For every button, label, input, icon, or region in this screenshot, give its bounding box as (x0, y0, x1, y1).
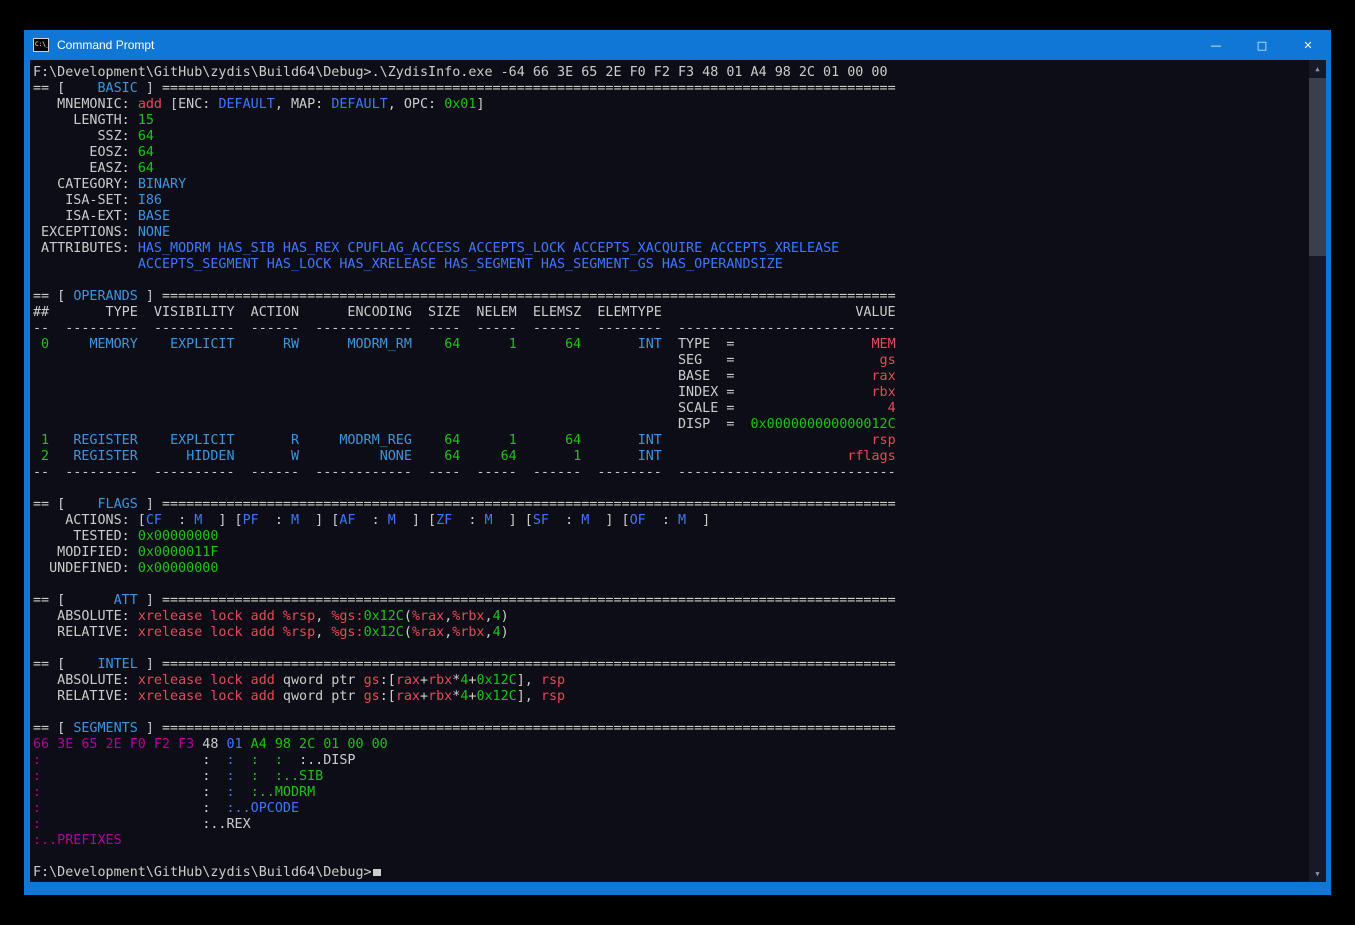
console-line: : : : : :..SIB (33, 769, 1309, 785)
console-line: CATEGORY: BINARY (33, 177, 1309, 193)
console-line: EXCEPTIONS: NONE (33, 225, 1309, 241)
console-line: TESTED: 0x00000000 (33, 529, 1309, 545)
console-line (33, 577, 1309, 593)
console-line: ISA-SET: I86 (33, 193, 1309, 209)
console-line: ACTIONS: [CF : M ] [PF : M ] [AF : M ] [… (33, 513, 1309, 529)
maximize-button[interactable]: □ (1239, 30, 1285, 60)
desktop: { "window": { "title": "Command Prompt",… (0, 0, 1355, 925)
console-line: 2 REGISTER HIDDEN W NONE 64 64 1 INT rfl… (33, 449, 1309, 465)
console-line: RELATIVE: xrelease lock add %rsp, %gs:0x… (33, 625, 1309, 641)
console-line (33, 849, 1309, 865)
console-line: ## TYPE VISIBILITY ACTION ENCODING SIZE … (33, 305, 1309, 321)
scroll-down-button[interactable]: ▼ (1309, 865, 1326, 882)
console-line: == [ INTEL ] ===========================… (33, 657, 1309, 673)
console-line: == [ FLAGS ] ===========================… (33, 497, 1309, 513)
scrollbar[interactable]: ▲ ▼ (1309, 60, 1326, 882)
console-line: SCALE = 4 (33, 401, 1309, 417)
console-line: EASZ: 64 (33, 161, 1309, 177)
console-line: UNDEFINED: 0x00000000 (33, 561, 1309, 577)
console-line: : : : :..MODRM (33, 785, 1309, 801)
console-line: : : : : : :..DISP (33, 753, 1309, 769)
console-line (33, 481, 1309, 497)
console-line: == [ BASIC ] ===========================… (33, 81, 1309, 97)
console-line: LENGTH: 15 (33, 113, 1309, 129)
console-line: ACCEPTS_SEGMENT HAS_LOCK HAS_XRELEASE HA… (33, 257, 1309, 273)
console-line: MNEMONIC: add [ENC: DEFAULT, MAP: DEFAUL… (33, 97, 1309, 113)
console-line: F:\Development\GitHub\zydis\Build64\Debu… (33, 865, 1309, 881)
console-line (33, 273, 1309, 289)
console-line (33, 705, 1309, 721)
window-body: F:\Development\GitHub\zydis\Build64\Debu… (30, 60, 1326, 882)
console-output[interactable]: F:\Development\GitHub\zydis\Build64\Debu… (30, 60, 1309, 882)
console-line: == [ ATT ] =============================… (33, 593, 1309, 609)
console-line: SSZ: 64 (33, 129, 1309, 145)
titlebar[interactable]: C:\_ Command Prompt — □ ✕ (24, 30, 1331, 60)
console-line: == [ SEGMENTS ] ========================… (33, 721, 1309, 737)
console-line: : : :..OPCODE (33, 801, 1309, 817)
console-line: RELATIVE: xrelease lock add qword ptr gs… (33, 689, 1309, 705)
console-line: -- --------- ---------- ------ ---------… (33, 465, 1309, 481)
command-prompt-window: C:\_ Command Prompt — □ ✕ F:\Development… (24, 30, 1331, 895)
console-line: BASE = rax (33, 369, 1309, 385)
close-button[interactable]: ✕ (1285, 30, 1331, 60)
minimize-button[interactable]: — (1193, 30, 1239, 60)
console-line: SEG = gs (33, 353, 1309, 369)
console-line: 66 3E 65 2E F0 F2 F3 48 01 A4 98 2C 01 0… (33, 737, 1309, 753)
cmd-icon: C:\_ (33, 38, 49, 52)
window-controls: — □ ✕ (1193, 30, 1331, 60)
console-line: EOSZ: 64 (33, 145, 1309, 161)
console-line: -- --------- ---------- ------ ---------… (33, 321, 1309, 337)
console-line: ABSOLUTE: xrelease lock add %rsp, %gs:0x… (33, 609, 1309, 625)
console-line: : :..REX (33, 817, 1309, 833)
console-line: ATTRIBUTES: HAS_MODRM HAS_SIB HAS_REX CP… (33, 241, 1309, 257)
console-line: == [ OPERANDS ] ========================… (33, 289, 1309, 305)
console-line: F:\Development\GitHub\zydis\Build64\Debu… (33, 65, 1309, 81)
console-line: INDEX = rbx (33, 385, 1309, 401)
console-line (33, 641, 1309, 657)
scroll-down-icon: ▼ (1315, 870, 1319, 878)
text-cursor (373, 869, 381, 876)
scroll-up-button[interactable]: ▲ (1309, 60, 1326, 77)
window-title: Command Prompt (57, 38, 154, 52)
console-line: :..PREFIXES (33, 833, 1309, 849)
console-line: 1 REGISTER EXPLICIT R MODRM_REG 64 1 64 … (33, 433, 1309, 449)
console-line: ABSOLUTE: xrelease lock add qword ptr gs… (33, 673, 1309, 689)
console-line: DISP = 0x000000000000012C (33, 417, 1309, 433)
console-line: 0 MEMORY EXPLICIT RW MODRM_RM 64 1 64 IN… (33, 337, 1309, 353)
console-line: MODIFIED: 0x0000011F (33, 545, 1309, 561)
scroll-thumb[interactable] (1309, 78, 1326, 256)
console-line: ISA-EXT: BASE (33, 209, 1309, 225)
scroll-up-icon: ▲ (1315, 65, 1319, 73)
